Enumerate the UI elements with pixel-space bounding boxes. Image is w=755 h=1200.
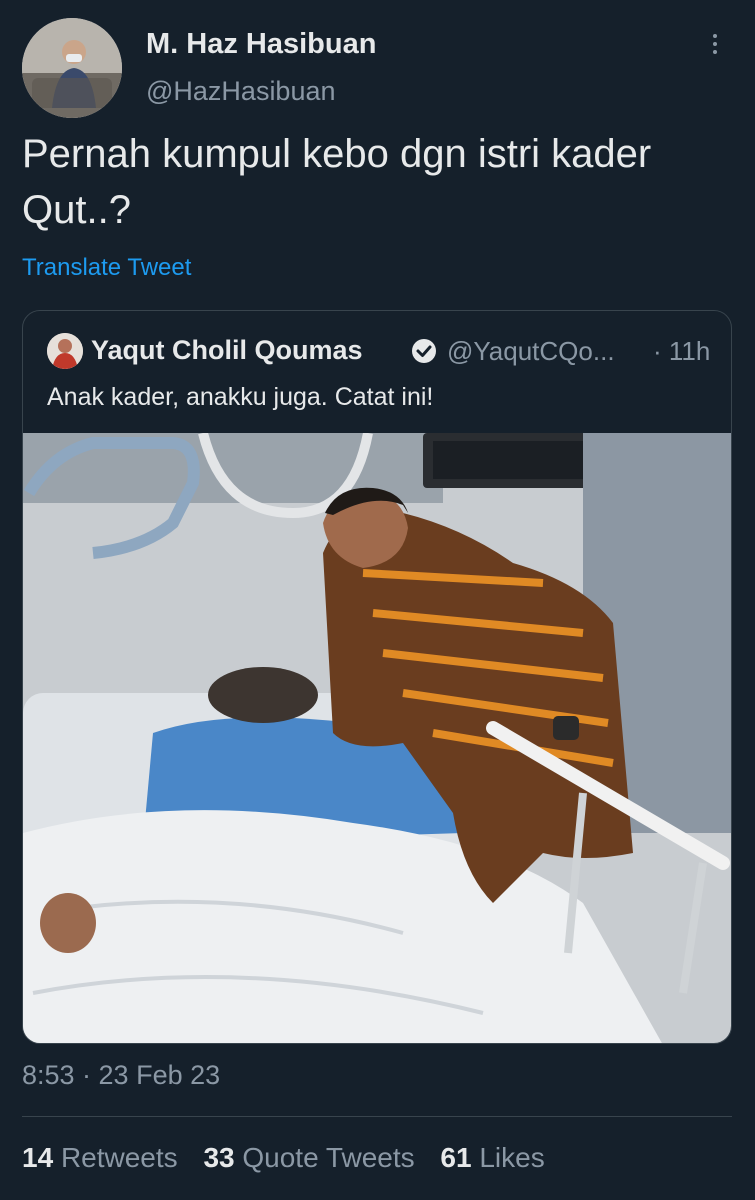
quoted-author-avatar[interactable] (47, 333, 83, 369)
quoted-tweet-text: Anak kader, anakku juga. Catat ini! (47, 383, 434, 411)
retweets-stat[interactable]: 14 Retweets (22, 1142, 178, 1173)
quoted-time[interactable]: · 11h (653, 336, 710, 367)
verified-badge-icon (412, 339, 436, 363)
quoted-tweet[interactable]: Yaqut Cholil Qoumas @YaqutCQo... · 11h A… (22, 310, 732, 1044)
likes-count: 61 (440, 1142, 472, 1173)
quoted-author-name[interactable]: Yaqut Cholil Qoumas (91, 335, 363, 366)
quote-tweets-label: Quote Tweets (242, 1142, 415, 1173)
tweet-text: Pernah kumpul kebo dgn istri kader Qut..… (22, 132, 652, 232)
quote-tweets-stat[interactable]: 33 Quote Tweets (203, 1142, 414, 1173)
likes-stat[interactable]: 61 Likes (440, 1142, 544, 1173)
author-name[interactable]: M. Haz Hasibuan (146, 28, 376, 61)
quote-tweets-count: 33 (203, 1142, 235, 1173)
retweets-count: 14 (22, 1142, 54, 1173)
tweet-timestamp[interactable]: 8:53 · 23 Feb 23 (22, 1060, 220, 1091)
more-dots-icon (713, 34, 717, 38)
quoted-author-handle[interactable]: @YaqutCQo... (447, 336, 615, 367)
author-handle[interactable]: @HazHasibuan (146, 76, 336, 107)
more-options-button[interactable] (700, 30, 730, 66)
retweets-label: Retweets (60, 1142, 178, 1173)
profile-photo-icon (22, 18, 122, 118)
quoted-profile-photo-icon (47, 333, 83, 369)
tweet-stats: 14 Retweets 33 Quote Tweets 61 Likes (22, 1142, 563, 1174)
author-avatar[interactable] (22, 18, 122, 118)
likes-label: Likes (479, 1142, 545, 1173)
hospital-visit-photo-icon[interactable] (23, 433, 732, 1044)
translate-tweet-link[interactable]: Translate Tweet (22, 254, 191, 282)
divider (22, 1116, 732, 1117)
